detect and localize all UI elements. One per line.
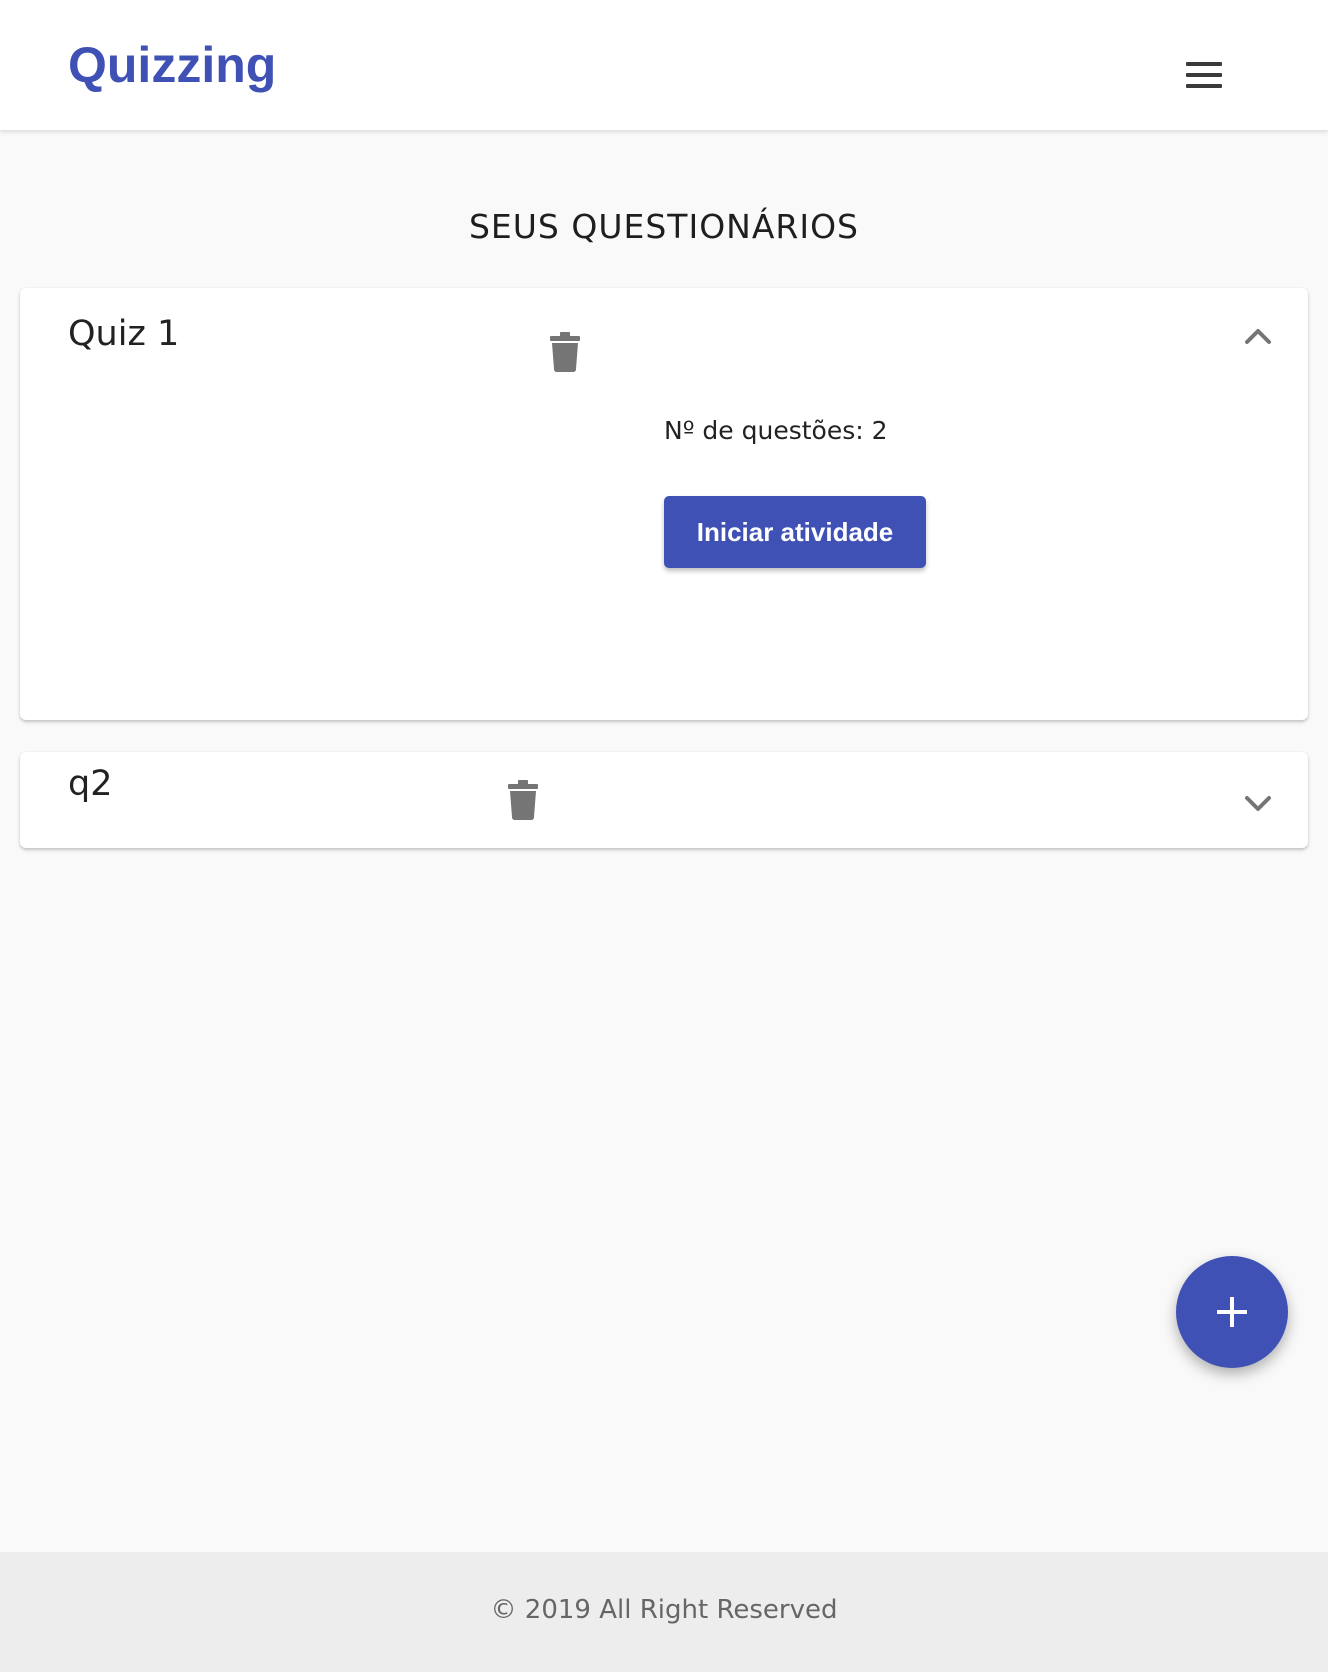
add-quiz-button[interactable]	[1176, 1256, 1288, 1368]
hamburger-menu-icon[interactable]	[1184, 58, 1224, 92]
question-count: Nº de questões: 2	[664, 416, 888, 445]
copyright-text: © 2019 All Right Reserved	[490, 1595, 838, 1625]
footer: © 2019 All Right Reserved	[0, 1552, 1328, 1672]
start-activity-button[interactable]: Iniciar atividade	[664, 496, 926, 568]
trash-icon[interactable]	[550, 332, 580, 372]
plus-icon	[1217, 1297, 1247, 1327]
quiz-title[interactable]: q2	[68, 760, 113, 808]
quiz-title[interactable]: Quiz 1	[68, 310, 179, 358]
chevron-up-icon[interactable]	[1242, 324, 1274, 348]
page-title: SEUS QUESTIONÁRIOS	[468, 207, 860, 246]
quiz-card: q2	[20, 752, 1308, 848]
app-header: Quizzing	[0, 0, 1328, 130]
brand-logo[interactable]: Quizzing	[68, 32, 276, 98]
trash-icon[interactable]	[508, 780, 538, 820]
quiz-card: Quiz 1 Nº de questões: 2 Iniciar ativida…	[20, 288, 1308, 720]
chevron-down-icon[interactable]	[1242, 792, 1274, 816]
